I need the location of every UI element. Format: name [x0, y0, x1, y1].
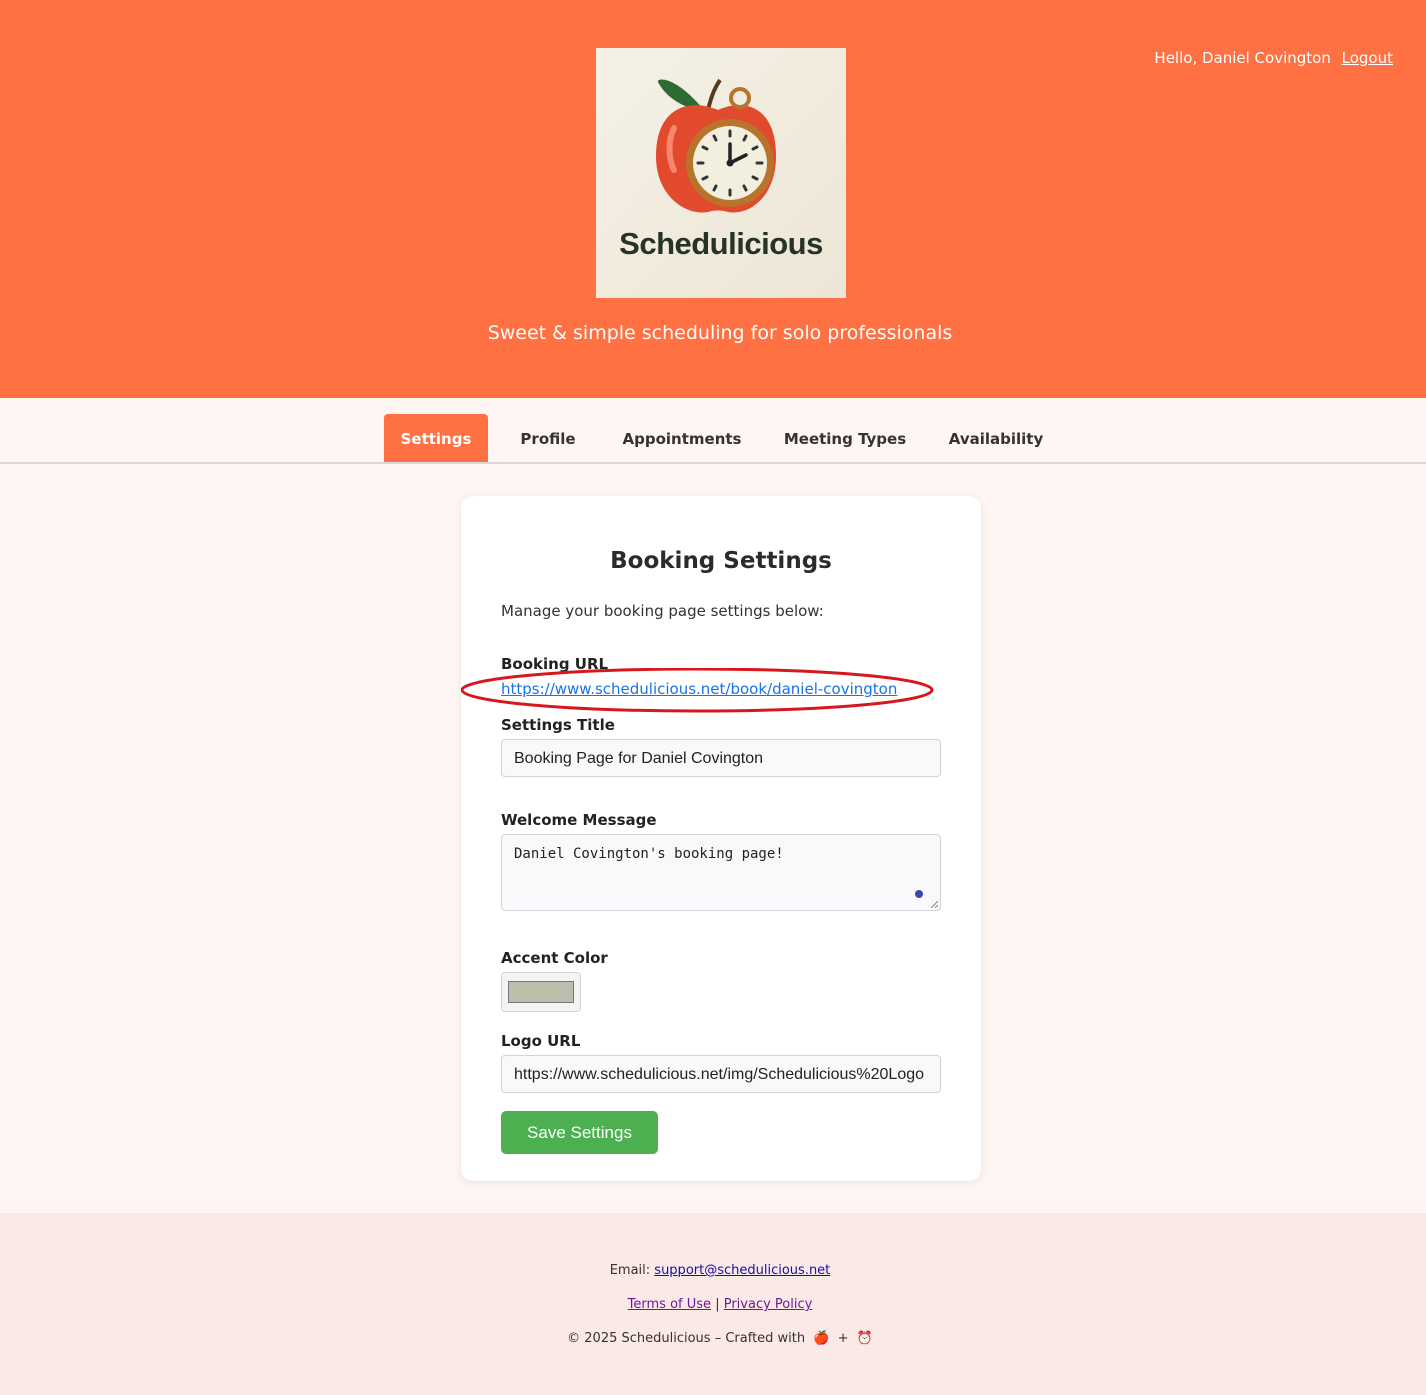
user-area: Hello, Daniel Covington Logout	[1154, 49, 1393, 67]
logout-link[interactable]: Logout	[1342, 49, 1393, 67]
page-title: Booking Settings	[610, 548, 832, 574]
logo-url-input[interactable]: https://www.schedulicious.net/img/Schedu…	[501, 1055, 941, 1093]
email-prefix: Email:	[609, 1263, 651, 1278]
footer-links-row: Terms of Use | Privacy Policy	[0, 1297, 1426, 1312]
save-settings-button[interactable]: Save Settings	[501, 1111, 658, 1154]
footer-email-row: Email: support@schedulicious.net	[0, 1263, 1426, 1278]
booking-settings-card: Booking Settings Manage your booking pag…	[461, 496, 981, 1181]
main-tabs: Settings Profile Appointments Meeting Ty…	[0, 414, 1426, 464]
brand-wordmark: Schedulicious	[619, 226, 823, 261]
tab-appointments[interactable]: Appointments	[612, 414, 752, 462]
accent-color-picker[interactable]	[501, 972, 581, 1012]
privacy-link[interactable]: Privacy Policy	[724, 1297, 813, 1312]
tab-meeting-types[interactable]: Meeting Types	[774, 414, 916, 462]
site-header: Schedulicious Sweet & simple scheduling …	[0, 0, 1426, 398]
apple-icon: 🍎	[813, 1331, 830, 1346]
accent-color-label: Accent Color	[501, 949, 608, 967]
tab-settings[interactable]: Settings	[384, 414, 488, 462]
user-greeting: Hello, Daniel Covington	[1154, 49, 1331, 67]
tab-availability[interactable]: Availability	[940, 414, 1052, 462]
alarm-clock-icon: ⏰	[856, 1331, 873, 1346]
intro-text: Manage your booking page settings below:	[501, 602, 824, 620]
site-footer: Email: support@schedulicious.net Terms o…	[0, 1213, 1426, 1395]
tagline: Sweet & simple scheduling for solo profe…	[487, 322, 953, 344]
booking-url-link[interactable]: https://www.schedulicious.net/book/danie…	[501, 680, 897, 698]
terms-link[interactable]: Terms of Use	[628, 1297, 711, 1312]
tab-profile[interactable]: Profile	[508, 414, 588, 462]
resize-handle-icon[interactable]	[930, 900, 938, 908]
settings-title-label: Settings Title	[501, 716, 615, 734]
apple-clock-logo-icon	[656, 78, 776, 213]
logo-url-label: Logo URL	[501, 1032, 581, 1050]
welcome-message-textarea[interactable]: Daniel Covington's booking page!	[501, 834, 941, 911]
support-email-link[interactable]: support@schedulicious.net	[654, 1263, 830, 1278]
grammar-indicator-icon	[915, 890, 923, 898]
footer-separator: |	[715, 1297, 720, 1312]
welcome-message-label: Welcome Message	[501, 811, 657, 829]
welcome-message-text: Daniel Covington's booking page!	[514, 846, 784, 862]
accent-color-preview	[508, 981, 574, 1003]
settings-title-input[interactable]: Booking Page for Daniel Covington	[501, 739, 941, 777]
plus-sign: +	[837, 1331, 849, 1346]
footer-copyright-row: © 2025 Schedulicious – Crafted with 🍎 + …	[0, 1331, 1426, 1346]
copyright-text: © 2025 Schedulicious – Crafted with	[567, 1331, 806, 1346]
brand-logo: Schedulicious	[596, 48, 846, 298]
